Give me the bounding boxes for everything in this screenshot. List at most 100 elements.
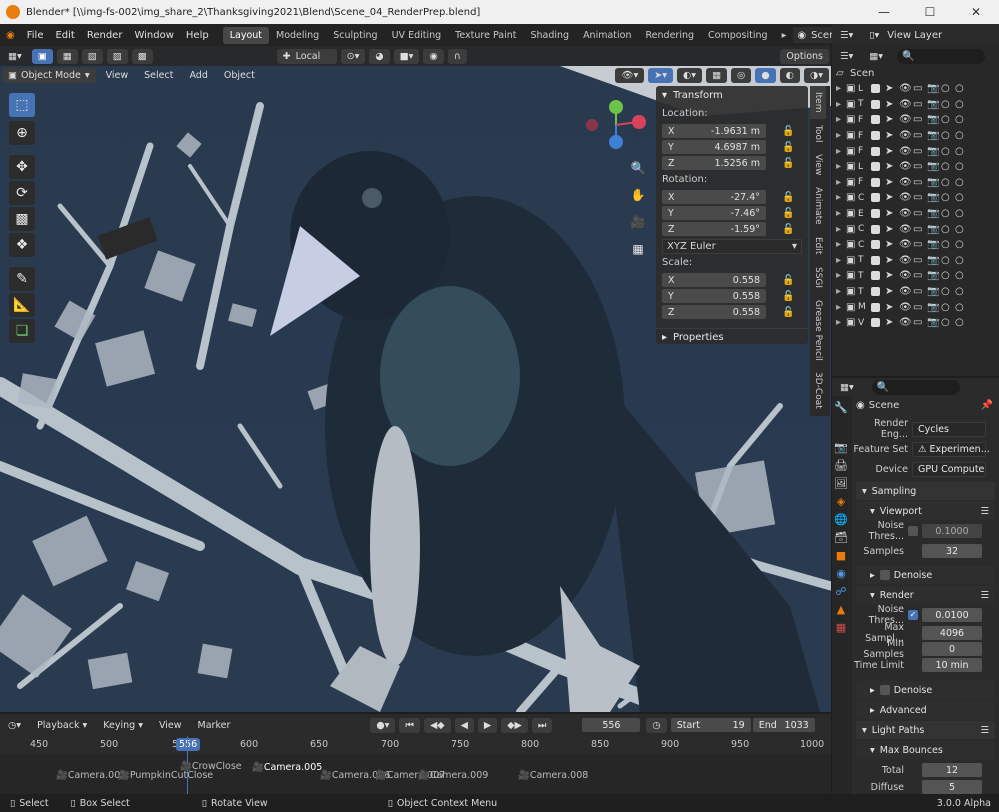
marker-crow-close[interactable]: 🎥CrowClose xyxy=(180,761,242,772)
indirect-only-icon[interactable]: ○ xyxy=(955,302,969,313)
eye-icon[interactable]: 👁 xyxy=(899,114,913,125)
indirect-only-icon[interactable]: ○ xyxy=(955,224,969,235)
select-arrow-icon[interactable]: ➤ xyxy=(885,114,899,125)
holdout-icon[interactable]: ○ xyxy=(941,99,955,110)
select-arrow-icon[interactable]: ➤ xyxy=(885,239,899,250)
view-layer-name[interactable]: View Layer xyxy=(887,30,999,41)
cursor-tool-icon[interactable]: ⊕ xyxy=(9,121,35,145)
select-arrow-icon[interactable]: ➤ xyxy=(885,146,899,157)
annotate-tool-icon[interactable]: ✎ xyxy=(9,267,35,291)
expand-icon[interactable]: ▸ xyxy=(836,161,846,172)
indirect-only-icon[interactable]: ○ xyxy=(955,270,969,281)
outliner-row[interactable]: ▸ ▣ F ➤ 👁 ▭ 📷 ○ ○ xyxy=(836,112,999,128)
rotate-tool-icon[interactable]: ⟳ xyxy=(9,181,35,205)
visibility-icon[interactable]: 👁▾ xyxy=(615,67,645,83)
timeline-menu-keying[interactable]: Keying ▾ xyxy=(97,718,149,733)
outliner-row[interactable]: ▸ ▣ L ➤ 👁 ▭ 📷 ○ ○ xyxy=(836,159,999,175)
viewport-menu-view[interactable]: View xyxy=(100,68,135,83)
pan-hand-icon[interactable]: ✋ xyxy=(625,183,651,207)
indirect-only-icon[interactable]: ○ xyxy=(955,208,969,219)
monitor-icon[interactable]: ▭ xyxy=(913,146,927,157)
indirect-only-icon[interactable]: ○ xyxy=(955,286,969,297)
move-tool-icon[interactable]: ✥ xyxy=(9,155,35,179)
location-y-field[interactable]: Y 4.6987 m xyxy=(662,140,766,154)
light-paths-section-header[interactable]: ▾ Light Paths ☰ xyxy=(856,721,995,739)
editor-type-button[interactable]: ▦▾ xyxy=(2,49,28,64)
exclude-checkbox[interactable] xyxy=(871,240,880,250)
exclude-checkbox[interactable] xyxy=(871,193,880,203)
camera-icon[interactable]: 📷 xyxy=(927,286,941,297)
holdout-icon[interactable]: ○ xyxy=(941,114,955,125)
monitor-icon[interactable]: ▭ xyxy=(913,317,927,328)
viewport-subsection-header[interactable]: ▾ Viewport ☰ xyxy=(856,502,995,520)
exclude-checkbox[interactable] xyxy=(871,224,880,234)
indirect-only-icon[interactable]: ○ xyxy=(955,114,969,125)
shading-wireframe-icon[interactable]: ◎ xyxy=(731,67,752,83)
max-bounces-subsection-header[interactable]: ▾ Max Bounces xyxy=(856,741,995,759)
constraints-tab-icon[interactable]: ☍ xyxy=(832,582,850,600)
select-arrow-icon[interactable]: ➤ xyxy=(885,208,899,219)
lock-icon[interactable]: 🔓 xyxy=(782,126,794,137)
viewport-noise-checkbox[interactable] xyxy=(908,526,918,536)
sidebar-tab-grease-pencil[interactable]: Grease Pencil xyxy=(810,294,826,367)
sidebar-tab-animate[interactable]: Animate xyxy=(810,181,826,231)
indirect-only-icon[interactable]: ○ xyxy=(955,146,969,157)
select-arrow-icon[interactable]: ➤ xyxy=(885,99,899,110)
expand-icon[interactable]: ▸ xyxy=(836,177,846,188)
select-mode-invert-icon[interactable]: ▨ xyxy=(106,48,128,64)
eye-icon[interactable]: 👁 xyxy=(899,146,913,157)
eye-icon[interactable]: 👁 xyxy=(899,130,913,141)
workspace-tab-layout[interactable]: Layout xyxy=(222,26,269,44)
jump-keyframe-back-icon[interactable]: ◀◆ xyxy=(423,717,451,733)
expand-icon[interactable]: ▸ xyxy=(836,239,846,250)
holdout-icon[interactable]: ○ xyxy=(941,239,955,250)
monitor-icon[interactable]: ▭ xyxy=(913,130,927,141)
select-arrow-icon[interactable]: ➤ xyxy=(885,317,899,328)
exclude-checkbox[interactable] xyxy=(871,209,880,219)
monitor-icon[interactable]: ▭ xyxy=(913,83,927,94)
physics-tab-icon[interactable]: ◉ xyxy=(832,564,850,582)
workspace-tab-uv-editing[interactable]: UV Editing xyxy=(385,27,449,44)
pivot-point-button[interactable]: ⊙▾ xyxy=(340,48,366,64)
min-samples-field[interactable]: 0 xyxy=(922,642,982,656)
monitor-icon[interactable]: ▭ xyxy=(913,208,927,219)
indirect-only-icon[interactable]: ○ xyxy=(955,83,969,94)
monitor-icon[interactable]: ▭ xyxy=(913,161,927,172)
workspace-tab-modeling[interactable]: Modeling xyxy=(269,27,326,44)
timeline-editor-type-icon[interactable]: ◷▾ xyxy=(2,718,27,733)
camera-icon[interactable]: 📷 xyxy=(927,177,941,188)
expand-icon[interactable]: ▸ xyxy=(836,83,846,94)
sampling-section-header[interactable]: ▾ Sampling xyxy=(856,482,995,500)
expand-icon[interactable]: ▸ xyxy=(836,270,846,281)
outliner-row[interactable]: ▸ ▣ T ➤ 👁 ▭ 📷 ○ ○ xyxy=(836,97,999,113)
workspace-tab-shading[interactable]: Shading xyxy=(523,27,576,44)
monitor-icon[interactable]: ▭ xyxy=(913,224,927,235)
workspace-scroll-icon[interactable]: ▸ xyxy=(775,27,794,44)
output-tab-icon[interactable]: 🖨 xyxy=(832,456,850,474)
monitor-icon[interactable]: ▭ xyxy=(913,99,927,110)
shading-solid-icon[interactable]: ● xyxy=(755,67,776,83)
scale-tool-icon[interactable]: ▩ xyxy=(9,207,35,231)
monitor-icon[interactable]: ▭ xyxy=(913,286,927,297)
viewport-samples-field[interactable]: 32 xyxy=(922,544,982,558)
select-mode-extend-icon[interactable]: ▦ xyxy=(56,48,78,64)
expand-icon[interactable]: ▸ xyxy=(836,208,846,219)
list-menu-icon[interactable]: ☰ xyxy=(980,725,989,736)
eye-icon[interactable]: 👁 xyxy=(899,177,913,188)
expand-icon[interactable]: ▸ xyxy=(836,99,846,110)
outliner-row-scene[interactable]: ▱ Scen xyxy=(836,66,999,81)
workspace-tab-compositing[interactable]: Compositing xyxy=(701,27,775,44)
indirect-only-icon[interactable]: ○ xyxy=(955,177,969,188)
camera-icon[interactable]: 📷 xyxy=(927,192,941,203)
device-dropdown[interactable]: GPU Compute xyxy=(912,461,986,477)
world-tab-icon[interactable]: 🌐 xyxy=(832,510,850,528)
indirect-only-icon[interactable]: ○ xyxy=(955,99,969,110)
indirect-only-icon[interactable]: ○ xyxy=(955,130,969,141)
eye-icon[interactable]: 👁 xyxy=(899,239,913,250)
transform-panel-header[interactable]: ▾ Transform xyxy=(656,86,808,104)
rotation-z-field[interactable]: Z -1.59° xyxy=(662,222,766,236)
expand-icon[interactable]: ▸ xyxy=(836,302,846,313)
expand-icon[interactable]: ▸ xyxy=(836,130,846,141)
scale-z-field[interactable]: Z 0.558 xyxy=(662,305,766,319)
eye-icon[interactable]: 👁 xyxy=(899,255,913,266)
